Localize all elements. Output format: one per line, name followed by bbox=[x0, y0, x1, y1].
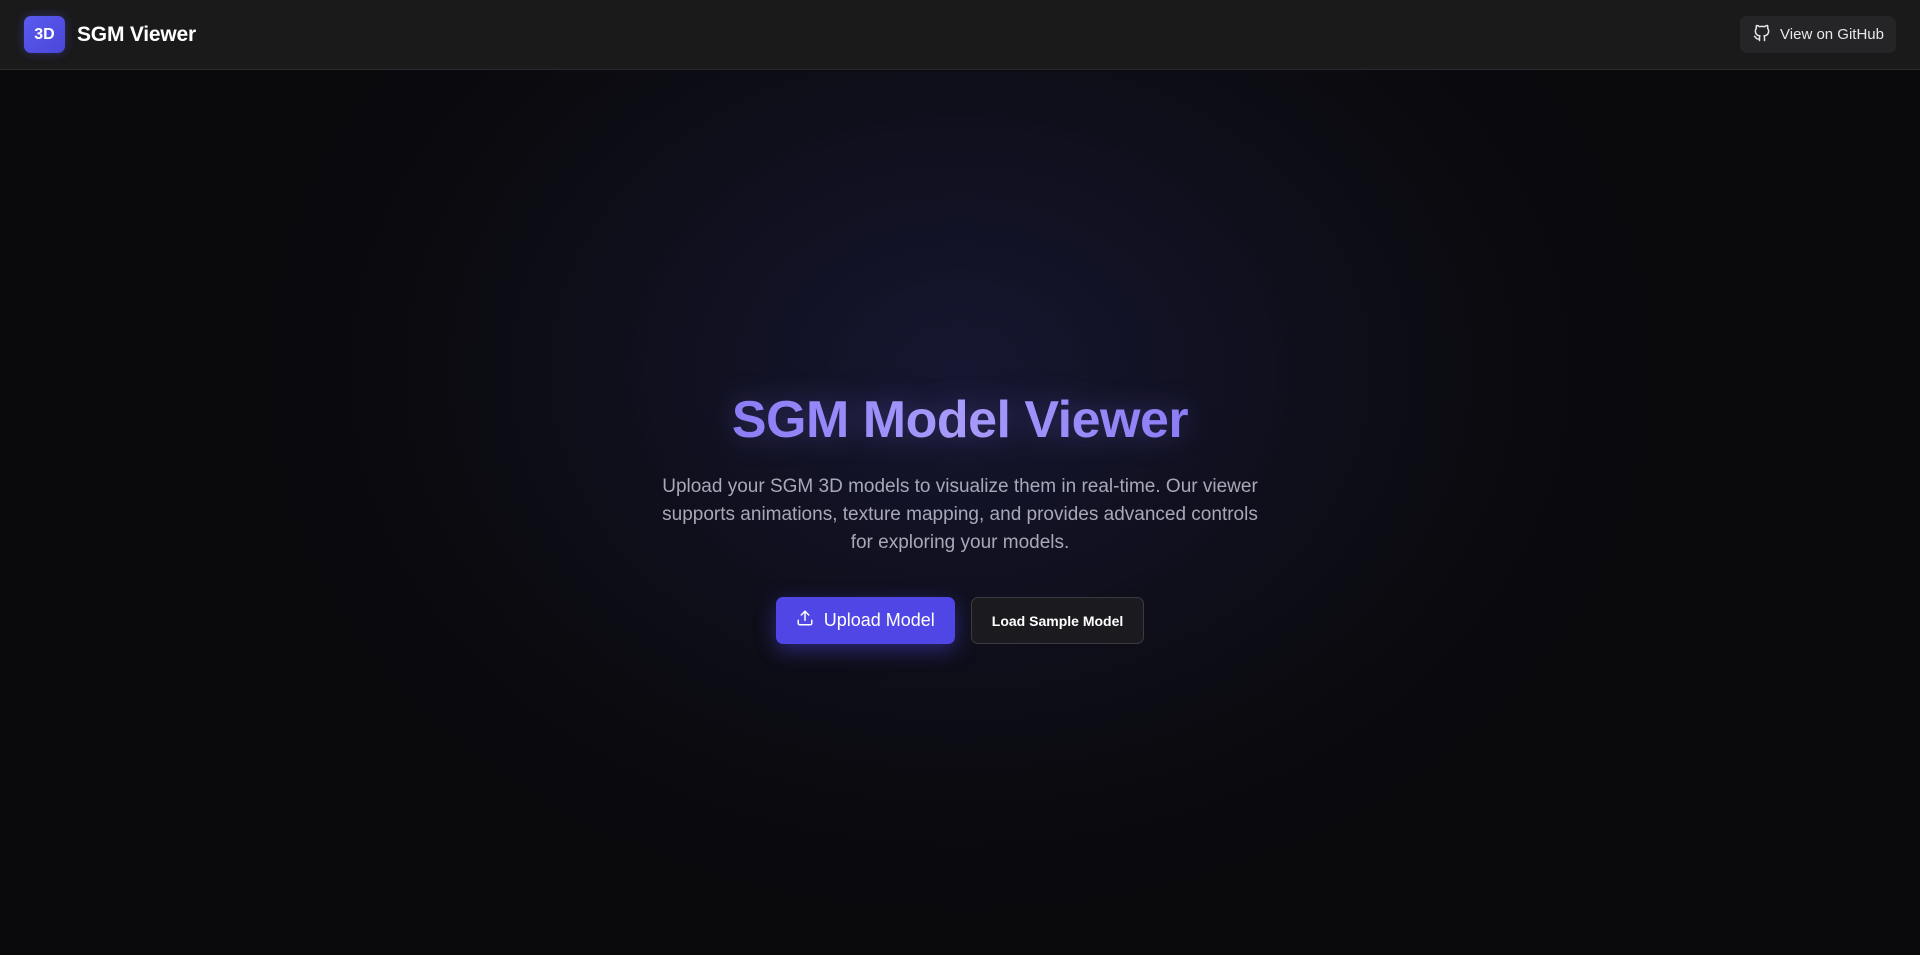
github-button[interactable]: View on GitHub bbox=[1740, 16, 1896, 53]
upload-icon bbox=[796, 609, 814, 632]
hero-title: SGM Model Viewer bbox=[731, 391, 1189, 449]
app-header: 3D SGM Viewer View on GitHub bbox=[0, 0, 1920, 70]
app-title: SGM Viewer bbox=[77, 22, 196, 46]
upload-model-label: Upload Model bbox=[823, 610, 935, 630]
load-sample-model-button[interactable]: Load Sample Model bbox=[970, 597, 1145, 644]
upload-model-button[interactable]: Upload Model bbox=[775, 597, 955, 644]
github-icon bbox=[1752, 23, 1772, 47]
hero: SGM Model Viewer Upload your SGM 3D mode… bbox=[0, 389, 1920, 644]
logo: 3D bbox=[24, 16, 65, 53]
github-label: View on GitHub bbox=[1780, 26, 1884, 43]
hero-actions: Upload Model Load Sample Model bbox=[775, 597, 1145, 644]
main-area: SGM Model Viewer Upload your SGM 3D mode… bbox=[0, 71, 1920, 955]
brand[interactable]: 3D SGM Viewer bbox=[24, 16, 196, 53]
hero-description: Upload your SGM 3D models to visualize t… bbox=[662, 476, 1258, 553]
